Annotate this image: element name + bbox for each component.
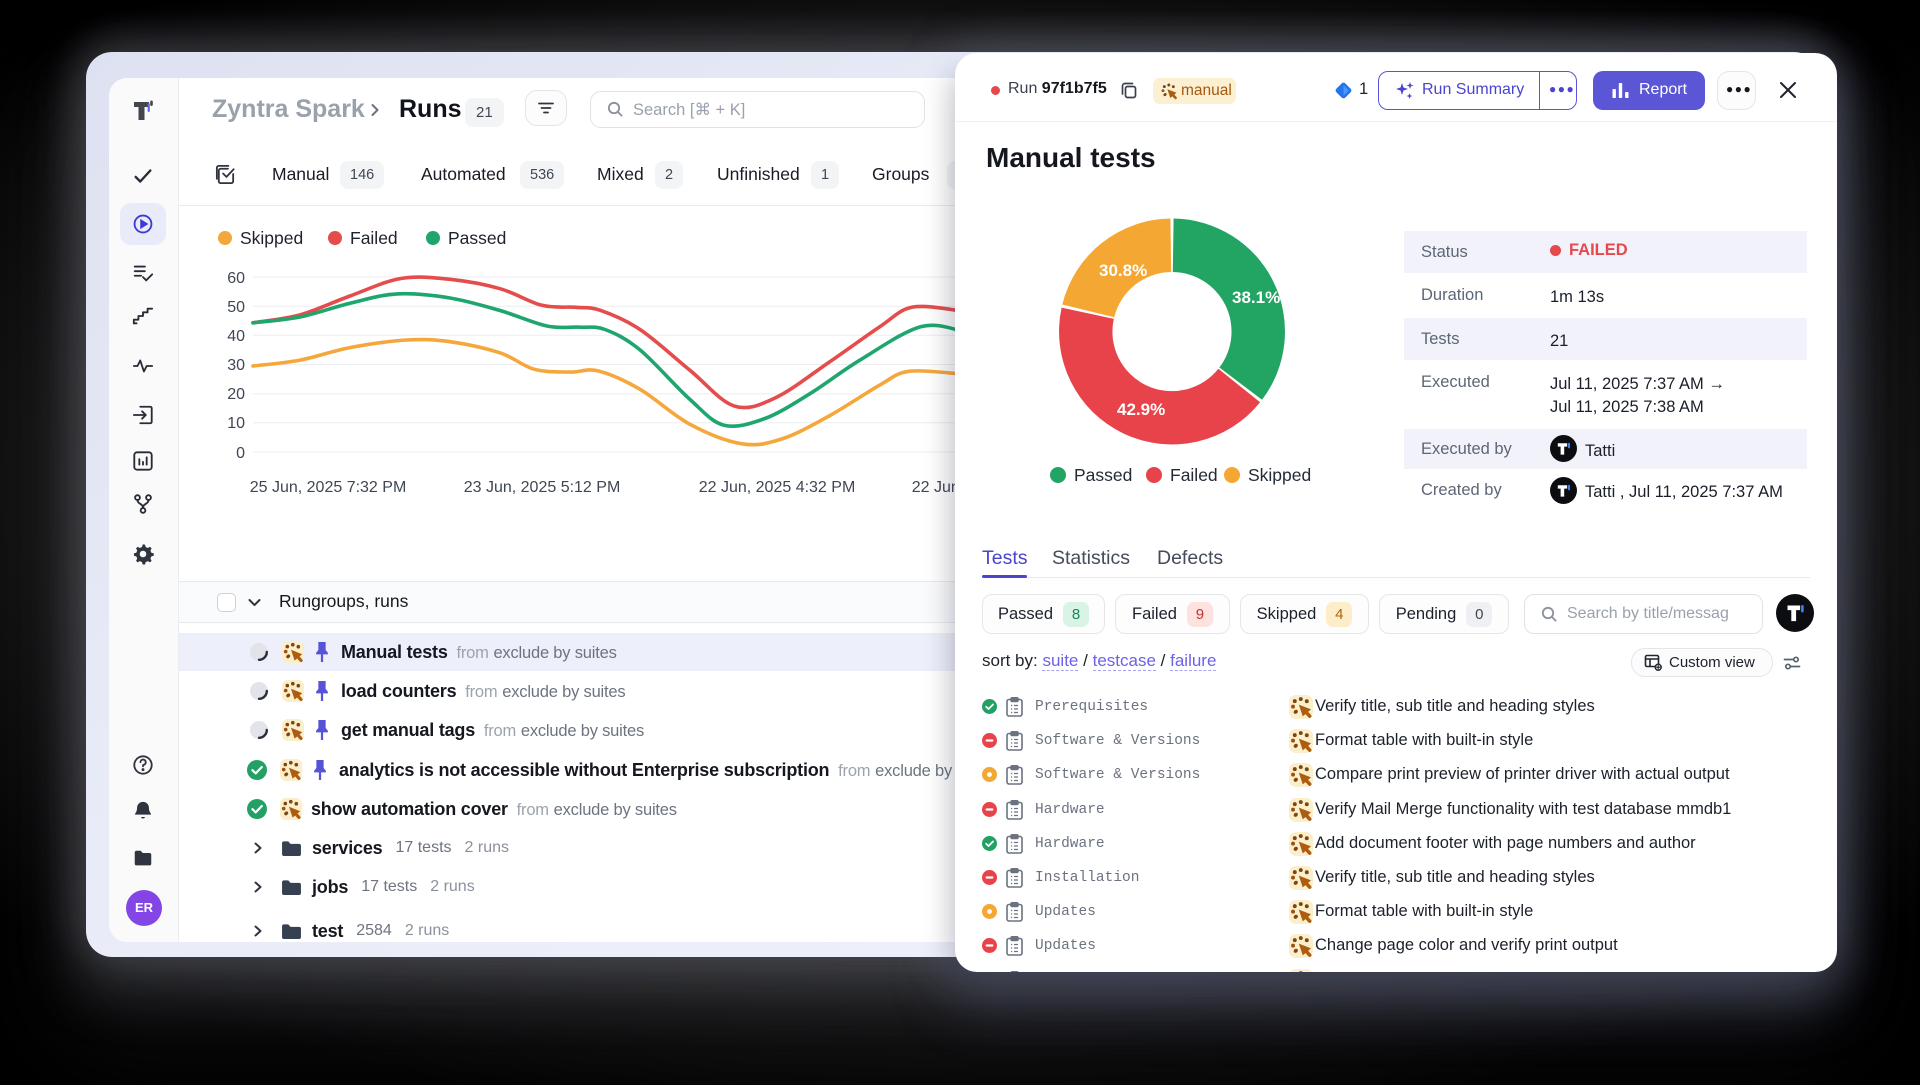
svg-text:30.8%: 30.8% bbox=[1099, 261, 1147, 280]
svg-text:22 Jun, 2025 4:32 PM: 22 Jun, 2025 4:32 PM bbox=[699, 479, 856, 496]
svg-text:50: 50 bbox=[227, 299, 245, 316]
svg-text:30: 30 bbox=[227, 357, 245, 374]
svg-text:42.9%: 42.9% bbox=[1117, 400, 1165, 419]
svg-text:60: 60 bbox=[227, 270, 245, 287]
svg-text:40: 40 bbox=[227, 328, 245, 345]
svg-text:20: 20 bbox=[227, 386, 245, 403]
svg-text:0: 0 bbox=[236, 445, 245, 462]
svg-text:38.1%: 38.1% bbox=[1232, 288, 1280, 307]
svg-text:10: 10 bbox=[227, 415, 245, 432]
svg-text:25 Jun, 2025 7:32 PM: 25 Jun, 2025 7:32 PM bbox=[250, 479, 407, 496]
svg-text:23 Jun, 2025 5:12 PM: 23 Jun, 2025 5:12 PM bbox=[464, 479, 621, 496]
